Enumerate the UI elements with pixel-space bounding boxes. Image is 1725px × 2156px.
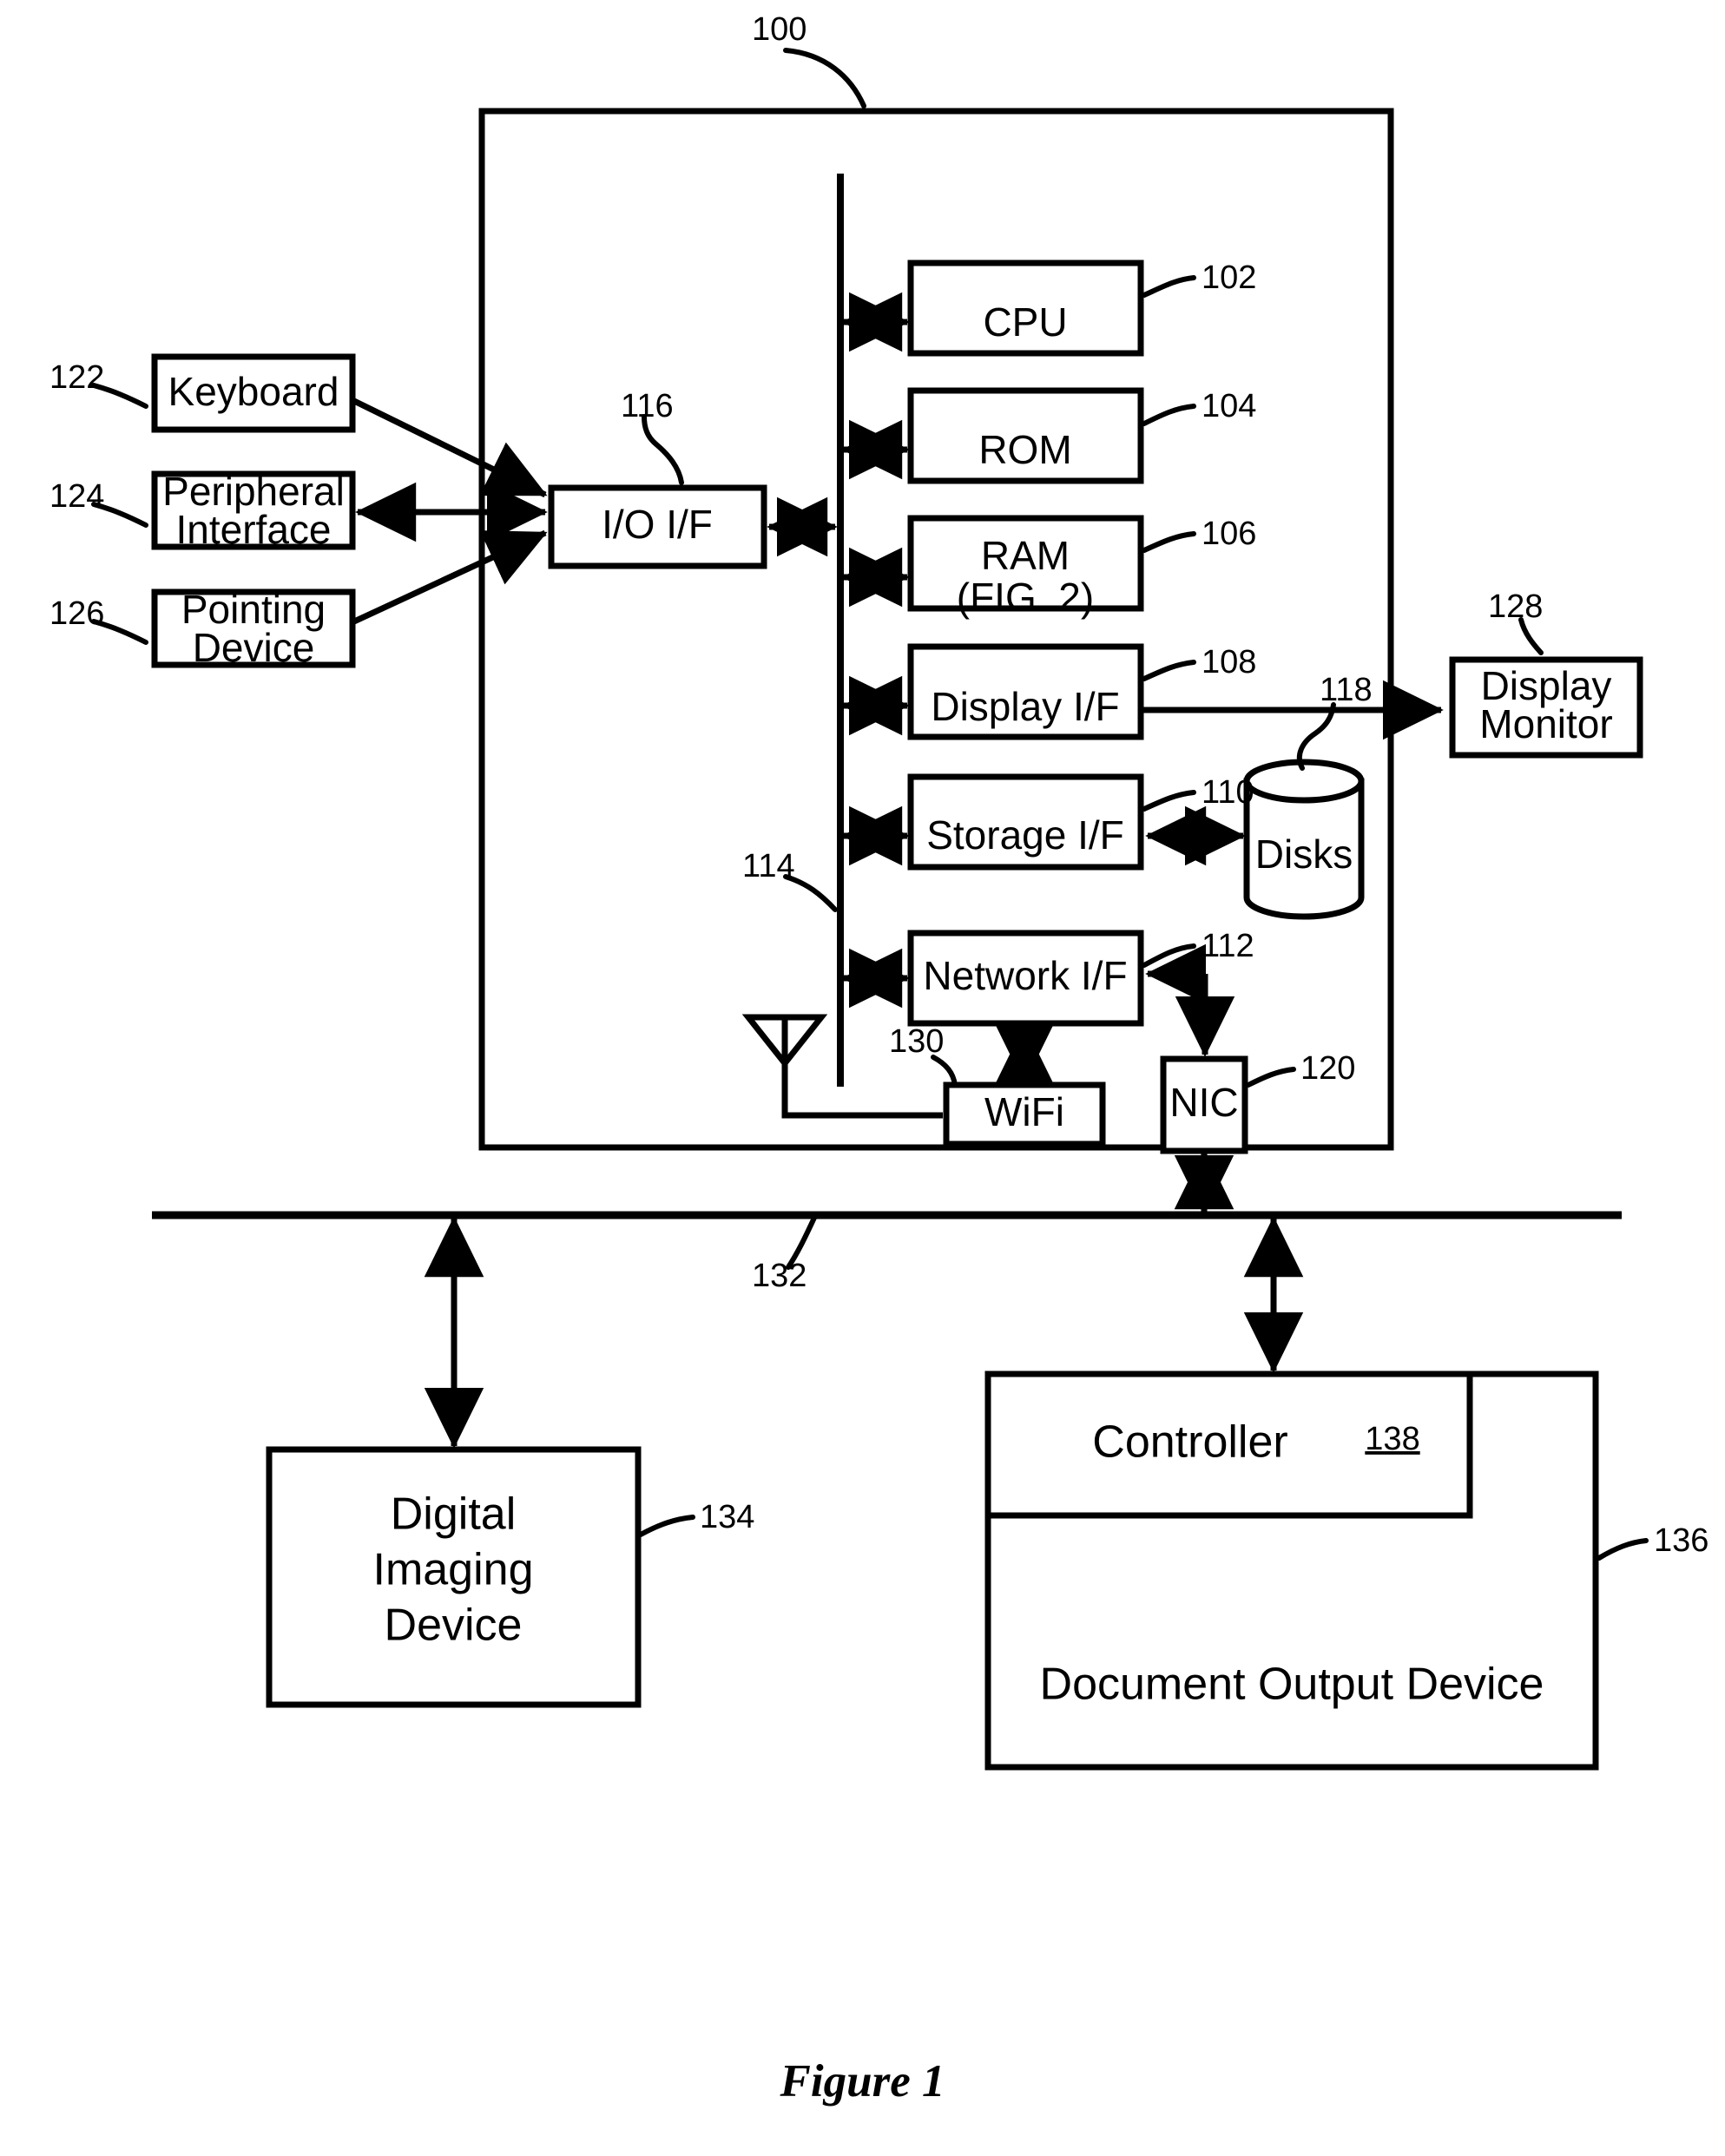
storage-if-label: Storage I/F <box>926 812 1124 858</box>
digital-imaging-label-3: Device <box>385 1601 523 1651</box>
display-monitor-label-2: Monitor <box>1479 701 1612 746</box>
ref-110: 110 <box>1202 774 1254 811</box>
ref-leader-136 <box>1597 1538 1649 1561</box>
document-output-label: Document Output Device <box>1040 1660 1544 1710</box>
ref-122: 122 <box>49 359 104 396</box>
controller-label: Controller <box>1092 1417 1287 1468</box>
keyboard-label: Keyboard <box>168 369 339 414</box>
cpu-label: CPU <box>983 299 1067 345</box>
figure-diagram: 100 CPU 102 ROM 104 RAM (FIG. 2) 106 Dis… <box>49 11 1709 1771</box>
wifi-label: WiFi <box>984 1089 1064 1134</box>
ref-112: 112 <box>1202 928 1254 964</box>
digital-imaging-label-2: Imaging <box>373 1545 534 1595</box>
ref-120: 120 <box>1300 1050 1355 1087</box>
ref-116: 116 <box>621 388 674 424</box>
ram-label-2: (FIG. 2) <box>957 575 1094 620</box>
ram-label: RAM <box>981 533 1070 578</box>
ref-114: 114 <box>742 848 795 884</box>
ref-106: 106 <box>1202 516 1256 552</box>
ref-136: 136 <box>1654 1522 1709 1559</box>
ref-104: 104 <box>1202 388 1256 424</box>
peripheral-interface-label-2: Interface <box>176 507 332 552</box>
ref-leader-134 <box>638 1515 695 1537</box>
patent-figure-page: 100 CPU 102 ROM 104 RAM (FIG. 2) 106 Dis… <box>0 0 1725 2156</box>
rom-label: ROM <box>978 427 1071 472</box>
ref-132: 132 <box>752 1258 807 1294</box>
ref-108: 108 <box>1202 644 1256 680</box>
ref-118: 118 <box>1320 672 1373 708</box>
ref-130: 130 <box>889 1023 944 1060</box>
ref-102: 102 <box>1202 260 1256 296</box>
ref-134: 134 <box>700 1499 754 1535</box>
io-if-label: I/O I/F <box>602 502 713 547</box>
display-if-label: Display I/F <box>931 684 1119 729</box>
digital-imaging-label: Digital <box>391 1489 517 1540</box>
ref-128: 128 <box>1488 588 1543 625</box>
nic-label: NIC <box>1169 1080 1238 1125</box>
ref-138: 138 <box>1365 1421 1419 1457</box>
network-if-label: Network I/F <box>923 953 1127 998</box>
ref-126: 126 <box>49 595 104 632</box>
ref-leader-100 <box>783 48 866 108</box>
pointing-device-label-2: Device <box>193 625 315 670</box>
ref-124: 124 <box>49 478 104 515</box>
disks-label: Disks <box>1255 832 1353 877</box>
figure-caption: Figure 1 <box>780 2056 945 2107</box>
ref-100: 100 <box>752 11 807 48</box>
